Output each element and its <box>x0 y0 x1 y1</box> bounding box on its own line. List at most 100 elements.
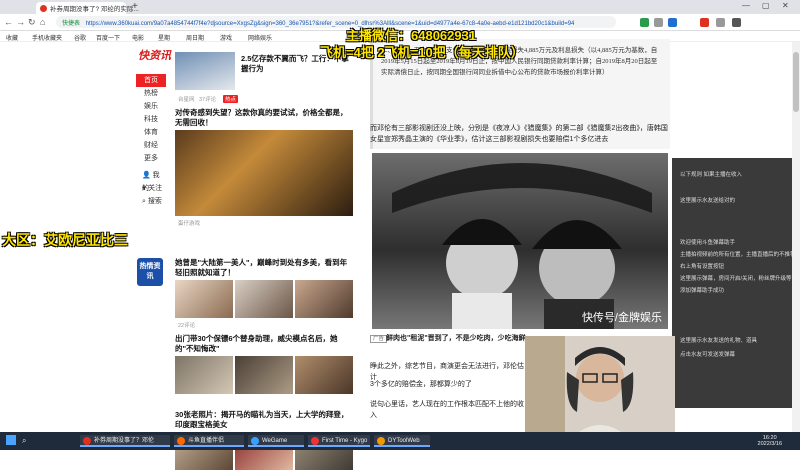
feed-image[interactable] <box>295 280 353 318</box>
chat-message: 这里展示水友发送的礼物、道具 <box>680 338 758 344</box>
left-nav: 首页 热榜 娱乐 科技 体育 财经 更多 👤 我的 ♥ 关注 ⌕ 搜索 <box>136 74 166 208</box>
taskbar-label: 补券周期没事了？邓伦 <box>94 438 155 444</box>
my-link[interactable]: 👤 我的 <box>136 169 166 192</box>
nav-item-finance[interactable]: 财经 <box>136 139 166 152</box>
search-label: 搜索 <box>147 198 162 205</box>
feed-image[interactable] <box>235 280 293 318</box>
taskbar-item[interactable]: 补券周期没事了？邓伦 <box>80 435 170 447</box>
nav-item-home[interactable]: 首页 <box>136 74 166 87</box>
ad-tag-label: 广告 <box>370 335 388 343</box>
feed-image[interactable] <box>175 356 233 394</box>
chat-message: 主播拍视频前的所有位置，主播直播后的不推荐主页 <box>680 252 800 258</box>
feed-source: 台星网 <box>178 97 195 103</box>
feed-source: 蛋仔游戏 <box>178 221 201 227</box>
feed-item-title[interactable]: 出门带30个保镖6个替身助理，威尖模点名后，她的"不知悔改" <box>175 334 353 354</box>
nav-item-hot[interactable]: 热榜 <box>136 87 166 100</box>
feed-comments: 37评论 <box>199 97 217 103</box>
follow-label: 关注 <box>148 185 163 192</box>
bookmark-item[interactable]: 手机收藏夹 <box>32 33 62 42</box>
article-photo[interactable]: 快传号/金牌娱乐 <box>372 153 668 329</box>
game-ad-image[interactable] <box>175 130 353 216</box>
feed-item-title[interactable]: 她曾是"大陆第一美人"，巅峰时到处有多美，看到年轻旧照就知道了！ <box>175 258 353 278</box>
article-paragraph: 3个多亿的赔偿金，那都算少的了 <box>370 381 472 388</box>
bookmark-item[interactable]: 谷歌 <box>74 33 86 42</box>
article-heading[interactable]: 鲜肉也"租泥"晋到了，不是少吃肉，少吃海鲜 <box>386 333 546 344</box>
maximize-button[interactable]: ▢ <box>762 1 770 10</box>
minimize-button[interactable]: — <box>742 1 750 10</box>
tab-title: 补券周期没事了? 邓纶的实际... <box>50 6 139 13</box>
danmaku-panel: 以下规则 如果主播在收入 这里展示水友送给对的 欢迎使用斗鱼弹幕助手 主播拍视频… <box>672 158 800 408</box>
browser-tab-bar: 补券周期没事了? 邓纶的实际... + — ▢ ✕ <box>0 0 800 14</box>
url-text: https://www.360kuai.com/9a07a4854744f7f4… <box>85 21 575 27</box>
taskbar-label: 斗鱼直播伴侣 <box>188 438 225 444</box>
feed-image[interactable] <box>175 280 233 318</box>
bookmark-item[interactable]: 百度一下 <box>96 33 120 42</box>
nav-item-more[interactable]: 更多 <box>136 152 166 165</box>
menu-icon[interactable] <box>732 18 741 27</box>
extension-icon[interactable] <box>640 18 649 27</box>
chat-message: 右上角有设置按钮 <box>680 264 725 270</box>
home-button[interactable]: ⌂ <box>40 17 45 27</box>
bookmark-item[interactable]: 星期 <box>158 33 170 42</box>
clock-date: 2022/3/16 <box>757 441 782 447</box>
feed-item-title[interactable]: 30张老照片：揭开马的瞄礼为当天，上大学的拜登，印度跟宝格美女 <box>175 410 353 430</box>
browser-favicon-icon <box>40 5 47 12</box>
price-overlay: 飞机=4把 2飞机=10把（每天排队） <box>320 45 524 60</box>
douyu-icon <box>177 437 185 445</box>
chat-message: 点击水友可发送发弹幕 <box>680 352 736 358</box>
bookmark-item[interactable]: 网络娱乐 <box>248 33 272 42</box>
os-taskbar: ⌕ 补券周期没事了？邓伦 斗鱼直播伴侣 WeGame First Time - … <box>0 432 800 450</box>
hot-news-logo[interactable]: 热情资讯 <box>137 258 163 286</box>
ad-tag: 广告 <box>370 333 388 345</box>
feed-comments: 22评论 <box>178 323 196 329</box>
secure-badge: 快捷表 <box>62 21 81 27</box>
back-button[interactable]: ← <box>4 17 13 27</box>
photo-watermark: 快传号/金牌娱乐 <box>581 312 662 324</box>
browser-icon <box>83 437 91 445</box>
extension-icon[interactable] <box>654 18 663 27</box>
feed-item-title[interactable]: 对传奇感到失望？这款你真的要试试，价格全都是，无需回收！ <box>175 108 353 128</box>
feed-image[interactable] <box>295 356 353 394</box>
taskbar-item[interactable]: WeGame <box>248 435 304 447</box>
url-field[interactable]: 快捷表 https://www.360kuai.com/9a07a4854744… <box>56 16 616 28</box>
extension-icon[interactable] <box>668 18 677 27</box>
article-paragraph: 而邓伦有三部影视剧还没上映，分别是《夜凉人》《猎魔集》的第二部《猎魔集2出夜曲》… <box>370 125 668 143</box>
taskbar-item[interactable]: First Time - Kygo <box>308 435 370 447</box>
search-link[interactable]: ⌕ 搜索 <box>136 195 166 208</box>
start-icon[interactable] <box>6 435 16 445</box>
tool-icon <box>377 437 385 445</box>
page-scrollbar[interactable] <box>792 42 800 432</box>
taskbar-item[interactable]: 斗鱼直播伴侣 <box>174 435 244 447</box>
bookmark-item[interactable]: 电影 <box>132 33 144 42</box>
photo-illustration <box>392 163 652 329</box>
extension-icon[interactable] <box>700 18 709 27</box>
follow-link[interactable]: ♥ 关注 <box>136 182 166 195</box>
chat-message: 这里展示弹幕，房间开启/关闭，粉丝牌升级等 <box>680 276 792 282</box>
nav-item-tech[interactable]: 科技 <box>136 113 166 126</box>
browser-tab[interactable]: 补券周期没事了? 邓纶的实际... <box>36 2 139 14</box>
nav-item-sports[interactable]: 体育 <box>136 126 166 139</box>
server-overlay: 大区：艾欧尼亚比三 <box>2 232 128 248</box>
extension-icon[interactable] <box>716 18 725 27</box>
bookmark-item[interactable]: 收藏 <box>6 33 18 42</box>
music-icon <box>311 437 319 445</box>
nav-item-ent[interactable]: 娱乐 <box>136 100 166 113</box>
close-window-button[interactable]: ✕ <box>782 1 789 10</box>
search-icon[interactable]: ⌕ <box>22 436 26 446</box>
taskbar-item[interactable]: DYToolWeb <box>374 435 430 447</box>
reload-button[interactable]: ↻ <box>28 17 36 28</box>
forward-button[interactable]: → <box>16 17 25 27</box>
feed-image[interactable] <box>235 356 293 394</box>
site-logo[interactable]: 快资讯 <box>138 47 171 63</box>
feed-thumbnail[interactable] <box>175 52 235 90</box>
taskbar-label: DYToolWeb <box>388 438 420 444</box>
system-clock[interactable]: 16:20 2022/3/16 <box>758 435 782 447</box>
chat-message: 添加弹幕助手成功 <box>680 288 725 294</box>
bookmark-item[interactable]: 游戏 <box>220 33 232 42</box>
wegame-icon <box>251 437 259 445</box>
scrollbar-thumb[interactable] <box>793 52 799 112</box>
new-tab-button[interactable]: + <box>132 1 138 12</box>
bookmark-item[interactable]: 周日期 <box>186 33 204 42</box>
article-paragraph: 说句心里话，艺人现在的工作根本匹配不上他的收入 <box>370 401 524 419</box>
chat-message: 欢迎使用斗鱼弹幕助手 <box>680 240 736 246</box>
